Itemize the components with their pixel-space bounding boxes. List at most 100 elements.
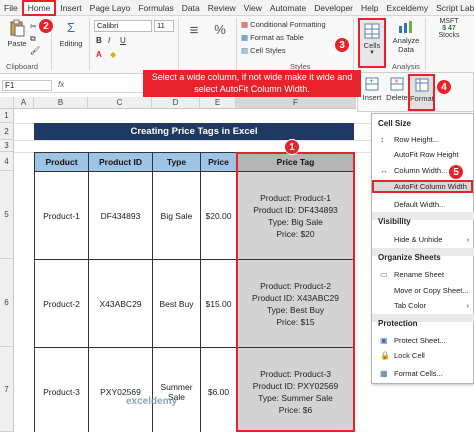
cells-panel: + Insert × Delete Format [357, 72, 474, 112]
ribbon-separator [178, 18, 179, 70]
tab-exceldemy[interactable]: Exceldemy [383, 0, 433, 16]
tab-formulas[interactable]: Formulas [134, 0, 177, 16]
tab-developer[interactable]: Developer [310, 0, 357, 16]
cell-type[interactable]: Big Sale [152, 171, 201, 260]
tab-data[interactable]: Data [178, 0, 204, 16]
font-size-select[interactable]: 11 [154, 20, 174, 32]
column-header-c[interactable]: C [88, 97, 152, 109]
cell-product-id[interactable]: X43ABC29 [88, 259, 153, 348]
font-name-select[interactable]: Calibri [94, 20, 152, 32]
lock-icon: 🔒 [380, 351, 390, 360]
tab-insert[interactable]: Insert [56, 0, 85, 16]
column-header-a[interactable]: A [14, 97, 34, 109]
column-header-d[interactable]: D [152, 97, 200, 109]
analyze-data-button[interactable]: Analyze Data [390, 20, 422, 54]
format-as-table-button[interactable]: ▦ Format as Table [241, 33, 304, 42]
menu-heading-visibility: Visibility [378, 217, 411, 226]
cut-icon[interactable]: ✂ [30, 22, 37, 31]
tab-view[interactable]: View [240, 0, 266, 16]
row-header-2[interactable]: 2 [0, 123, 14, 140]
menu-item-format-cells[interactable]: ▦ Format Cells... [374, 367, 473, 380]
cell-product[interactable]: Product-1 [34, 171, 89, 260]
menu-item-label: AutoFit Row Height [394, 150, 459, 159]
analysis-group-label: Analysis [392, 62, 420, 71]
underline-button[interactable]: U [120, 36, 126, 45]
menu-item-default-width[interactable]: Default Width... [374, 198, 473, 211]
cell-product[interactable]: Product-3 [34, 347, 89, 432]
column-header-f[interactable]: F [236, 97, 356, 109]
fill-color-icon[interactable]: ◆ [110, 50, 116, 59]
cell-product[interactable]: Product-2 [34, 259, 89, 348]
header-product-id[interactable]: Product ID [88, 152, 153, 172]
row-header-3[interactable]: 3 [0, 140, 14, 152]
cells-label: Cells [363, 41, 381, 50]
number-format-button[interactable]: % [209, 22, 231, 44]
step-4-badge: 4 [436, 79, 452, 95]
menu-item-tab-color[interactable]: Tab Color › [374, 299, 473, 312]
header-price[interactable]: Price [200, 152, 237, 172]
format-cells-menu-icon: ▦ [380, 369, 388, 378]
row-header-1[interactable]: 1 [0, 109, 14, 123]
bold-button[interactable]: B [96, 36, 102, 45]
cell-type[interactable]: Best Buy [152, 259, 201, 348]
paste-button[interactable] [6, 19, 28, 39]
select-all-corner[interactable] [0, 97, 14, 109]
copy-icon[interactable]: ⧉ [30, 34, 36, 44]
menu-item-lock-cell[interactable]: 🔒 Lock Cell [374, 349, 473, 362]
conditional-formatting-button[interactable]: ▦ Conditional Formatting [241, 20, 326, 29]
row-header-4[interactable]: 4 [0, 152, 14, 171]
stocks-label: Stocks [438, 32, 460, 39]
row-header-5[interactable]: 5 [0, 171, 14, 259]
header-type[interactable]: Type [152, 152, 201, 172]
msft-stock-widget[interactable]: MSFT $ 47 Stocks [428, 18, 470, 39]
row-header-7[interactable]: 7 [0, 347, 14, 432]
chevron-right-icon: › [466, 235, 470, 244]
fx-icon[interactable]: fx [58, 80, 64, 89]
cell-styles-button[interactable]: ▤ Cell Styles [241, 46, 286, 55]
tab-automate[interactable]: Automate [266, 0, 310, 16]
cells-button[interactable]: Cells ▼ [358, 18, 386, 68]
insert-button[interactable]: + Insert [360, 77, 384, 102]
format-button[interactable]: Format [408, 74, 435, 111]
editing-button[interactable]: Editing [55, 39, 87, 48]
tab-help[interactable]: Help [357, 0, 382, 16]
menu-item-autofit-column-width[interactable]: AutoFit Column Width [372, 180, 473, 193]
menu-item-rename-sheet[interactable]: ▭ Rename Sheet [374, 268, 473, 281]
delete-button[interactable]: × Delete [384, 77, 410, 102]
menu-item-hide-unhide[interactable]: Hide & Unhide › [374, 233, 473, 246]
tab-review[interactable]: Review [204, 0, 240, 16]
header-product[interactable]: Product [34, 152, 89, 172]
name-box[interactable]: F1 [2, 80, 52, 91]
menu-item-label: Rename Sheet [394, 270, 445, 279]
tab-home[interactable]: Home [21, 0, 57, 16]
menu-item-row-height[interactable]: ↕ Row Height... [374, 133, 473, 146]
column-header-e[interactable]: E [200, 97, 236, 109]
paste-icon [10, 19, 25, 37]
editing-icon[interactable]: Σ [58, 20, 84, 36]
column-header-b[interactable]: B [34, 97, 88, 109]
cell-product-id[interactable]: DF434893 [88, 171, 153, 260]
cell-type[interactable]: Summer Sale [152, 347, 201, 432]
menu-item-move-copy-sheet[interactable]: Move or Copy Sheet... [374, 284, 473, 297]
sheet-title: Creating Price Tags in Excel [34, 123, 354, 140]
alignment-button[interactable]: ≡ [183, 22, 205, 44]
msft-label: MSFT [439, 18, 459, 25]
format-painter-icon[interactable]: 🖌 [30, 46, 40, 55]
menu-item-protect-sheet[interactable]: ▣ Protect Sheet... [374, 334, 473, 347]
cell-price[interactable]: $6.00 [200, 347, 237, 432]
menu-item-autofit-row-height[interactable]: AutoFit Row Height [374, 148, 473, 161]
cell-price[interactable]: $20.00 [200, 171, 237, 260]
cell-product-id[interactable]: PXY02569 [88, 347, 153, 432]
row-header-6[interactable]: 6 [0, 259, 14, 347]
font-color-icon[interactable]: A [96, 50, 102, 59]
tab-file[interactable]: File [0, 0, 22, 16]
paste-label: Paste [7, 39, 27, 48]
ribbon-separator [425, 18, 426, 70]
insert-cells-icon: + [365, 77, 379, 91]
tab-page-layout[interactable]: Page Layo [86, 0, 135, 16]
italic-button[interactable]: I [108, 36, 110, 45]
cell-price[interactable]: $15.00 [200, 259, 237, 348]
clipboard-group-label: Clipboard [6, 62, 39, 71]
tab-script-lab[interactable]: Script Lab [432, 0, 474, 16]
rename-sheet-icon: ▭ [380, 270, 388, 279]
